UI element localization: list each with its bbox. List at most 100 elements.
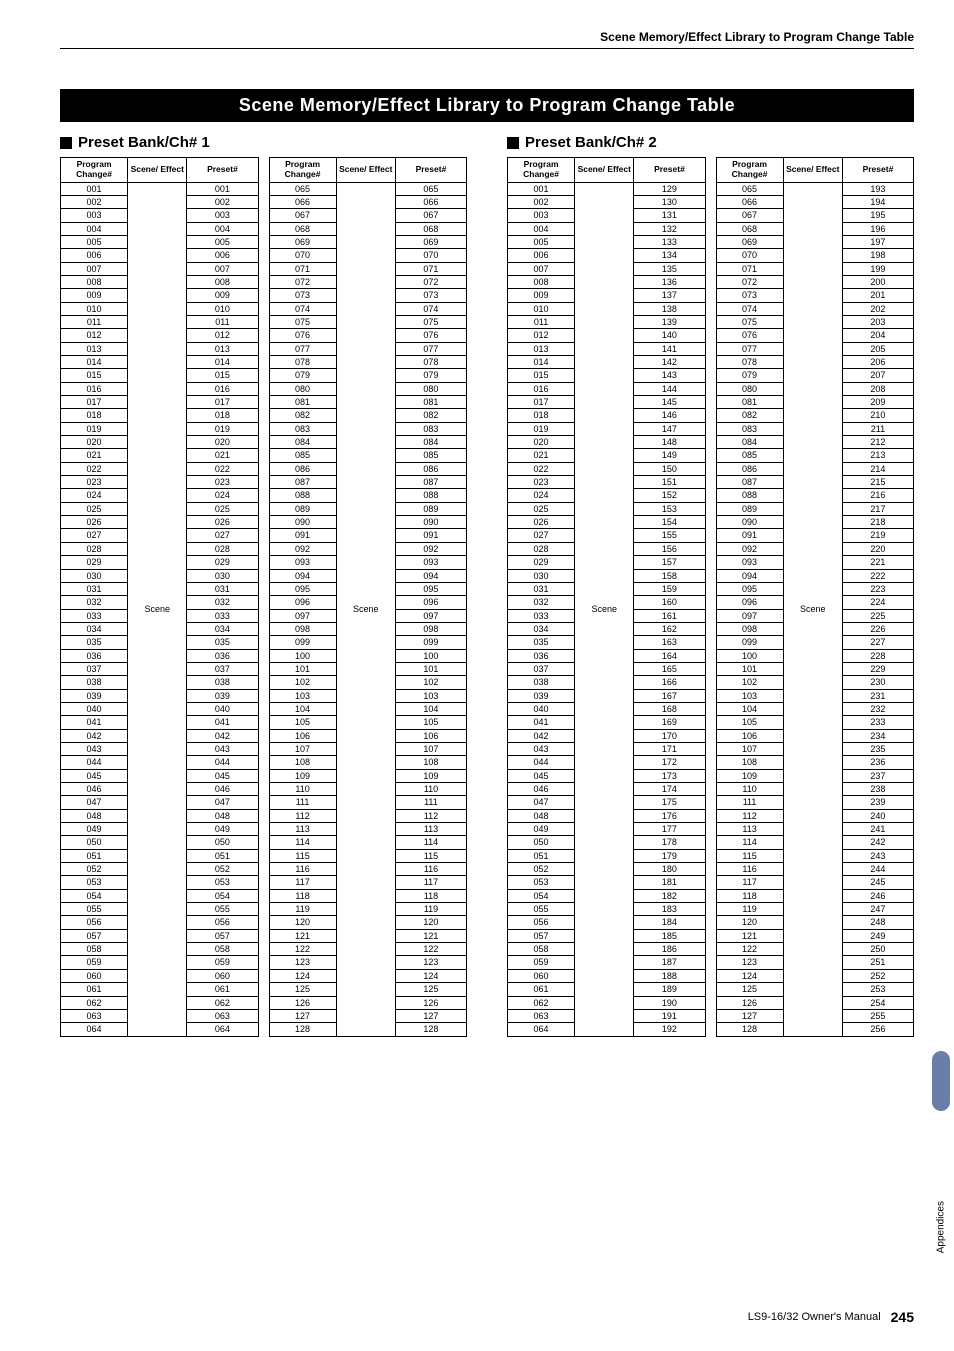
cell-preset: 186 bbox=[634, 943, 705, 956]
cell-program-change: 007 bbox=[508, 262, 575, 275]
cell-program-change: 121 bbox=[269, 929, 336, 942]
cell-preset: 104 bbox=[395, 702, 466, 715]
cell-preset: 184 bbox=[634, 916, 705, 929]
cell-preset: 037 bbox=[187, 662, 258, 675]
cell-program-change: 028 bbox=[61, 542, 128, 555]
cell-program-change: 066 bbox=[716, 195, 783, 208]
cell-program-change: 040 bbox=[61, 702, 128, 715]
cell-program-change: 127 bbox=[716, 1009, 783, 1022]
cell-program-change: 098 bbox=[716, 622, 783, 635]
cell-preset: 175 bbox=[634, 796, 705, 809]
cell-preset: 238 bbox=[842, 783, 913, 796]
cell-preset: 003 bbox=[187, 209, 258, 222]
cell-preset: 146 bbox=[634, 409, 705, 422]
cell-program-change: 001 bbox=[61, 182, 128, 195]
cell-preset: 209 bbox=[842, 396, 913, 409]
cell-preset: 234 bbox=[842, 729, 913, 742]
cell-program-change: 120 bbox=[269, 916, 336, 929]
cell-program-change: 088 bbox=[716, 489, 783, 502]
cell-preset: 214 bbox=[842, 462, 913, 475]
cell-preset: 134 bbox=[634, 249, 705, 262]
program-change-table: Program Change#Scene/ EffectPreset#001Sc… bbox=[60, 157, 259, 1037]
cell-program-change: 118 bbox=[269, 889, 336, 902]
table-row: 065Scene065 bbox=[269, 182, 467, 195]
bank-1-heading: Preset Bank/Ch# 1 bbox=[60, 134, 467, 151]
cell-preset: 240 bbox=[842, 809, 913, 822]
cell-preset: 249 bbox=[842, 929, 913, 942]
cell-program-change: 059 bbox=[61, 956, 128, 969]
cell-preset: 133 bbox=[634, 235, 705, 248]
cell-program-change: 027 bbox=[508, 529, 575, 542]
cell-program-change: 061 bbox=[508, 983, 575, 996]
cell-preset: 239 bbox=[842, 796, 913, 809]
cell-scene-effect: Scene bbox=[128, 182, 187, 1036]
cell-program-change: 050 bbox=[508, 836, 575, 849]
cell-program-change: 013 bbox=[508, 342, 575, 355]
cell-preset: 022 bbox=[187, 462, 258, 475]
cell-program-change: 110 bbox=[716, 783, 783, 796]
cell-preset: 118 bbox=[395, 889, 466, 902]
cell-scene-effect: Scene bbox=[336, 182, 395, 1036]
cell-program-change: 091 bbox=[716, 529, 783, 542]
cell-preset: 074 bbox=[395, 302, 466, 315]
cell-program-change: 077 bbox=[269, 342, 336, 355]
cell-preset: 008 bbox=[187, 275, 258, 288]
cell-preset: 190 bbox=[634, 996, 705, 1009]
cell-preset: 024 bbox=[187, 489, 258, 502]
cell-preset: 165 bbox=[634, 662, 705, 675]
cell-program-change: 029 bbox=[508, 556, 575, 569]
cell-program-change: 064 bbox=[508, 1023, 575, 1036]
cell-program-change: 027 bbox=[61, 529, 128, 542]
cell-preset: 011 bbox=[187, 315, 258, 328]
cell-preset: 233 bbox=[842, 716, 913, 729]
cell-preset: 183 bbox=[634, 903, 705, 916]
cell-program-change: 065 bbox=[269, 182, 336, 195]
cell-program-change: 121 bbox=[716, 929, 783, 942]
cell-program-change: 023 bbox=[508, 476, 575, 489]
cell-preset: 106 bbox=[395, 729, 466, 742]
cell-preset: 149 bbox=[634, 449, 705, 462]
cell-program-change: 058 bbox=[61, 943, 128, 956]
cell-program-change: 083 bbox=[716, 422, 783, 435]
cell-preset: 110 bbox=[395, 783, 466, 796]
cell-program-change: 082 bbox=[269, 409, 336, 422]
cell-preset: 203 bbox=[842, 315, 913, 328]
cell-preset: 152 bbox=[634, 489, 705, 502]
cell-program-change: 124 bbox=[716, 969, 783, 982]
cell-program-change: 104 bbox=[716, 702, 783, 715]
cell-preset: 009 bbox=[187, 289, 258, 302]
cell-program-change: 041 bbox=[61, 716, 128, 729]
cell-program-change: 043 bbox=[61, 742, 128, 755]
cell-preset: 058 bbox=[187, 943, 258, 956]
cell-preset: 159 bbox=[634, 582, 705, 595]
cell-program-change: 033 bbox=[508, 609, 575, 622]
cell-program-change: 077 bbox=[716, 342, 783, 355]
cell-program-change: 099 bbox=[716, 636, 783, 649]
cell-preset: 062 bbox=[187, 996, 258, 1009]
cell-preset: 093 bbox=[395, 556, 466, 569]
cell-program-change: 008 bbox=[61, 275, 128, 288]
cell-program-change: 103 bbox=[269, 689, 336, 702]
cell-preset: 029 bbox=[187, 556, 258, 569]
cell-program-change: 112 bbox=[269, 809, 336, 822]
cell-program-change: 057 bbox=[508, 929, 575, 942]
cell-preset: 193 bbox=[842, 182, 913, 195]
cell-preset: 114 bbox=[395, 836, 466, 849]
cell-program-change: 097 bbox=[269, 609, 336, 622]
cell-preset: 226 bbox=[842, 622, 913, 635]
cell-program-change: 123 bbox=[269, 956, 336, 969]
cell-preset: 107 bbox=[395, 742, 466, 755]
cell-preset: 006 bbox=[187, 249, 258, 262]
cell-preset: 141 bbox=[634, 342, 705, 355]
cell-program-change: 105 bbox=[269, 716, 336, 729]
table-row: 001Scene001 bbox=[61, 182, 259, 195]
cell-program-change: 048 bbox=[508, 809, 575, 822]
cell-preset: 083 bbox=[395, 422, 466, 435]
cell-preset: 116 bbox=[395, 863, 466, 876]
cell-preset: 012 bbox=[187, 329, 258, 342]
cell-preset: 143 bbox=[634, 369, 705, 382]
side-tab-label: Appendices bbox=[935, 1201, 946, 1253]
cell-preset: 036 bbox=[187, 649, 258, 662]
cell-preset: 090 bbox=[395, 516, 466, 529]
cell-program-change: 095 bbox=[716, 582, 783, 595]
